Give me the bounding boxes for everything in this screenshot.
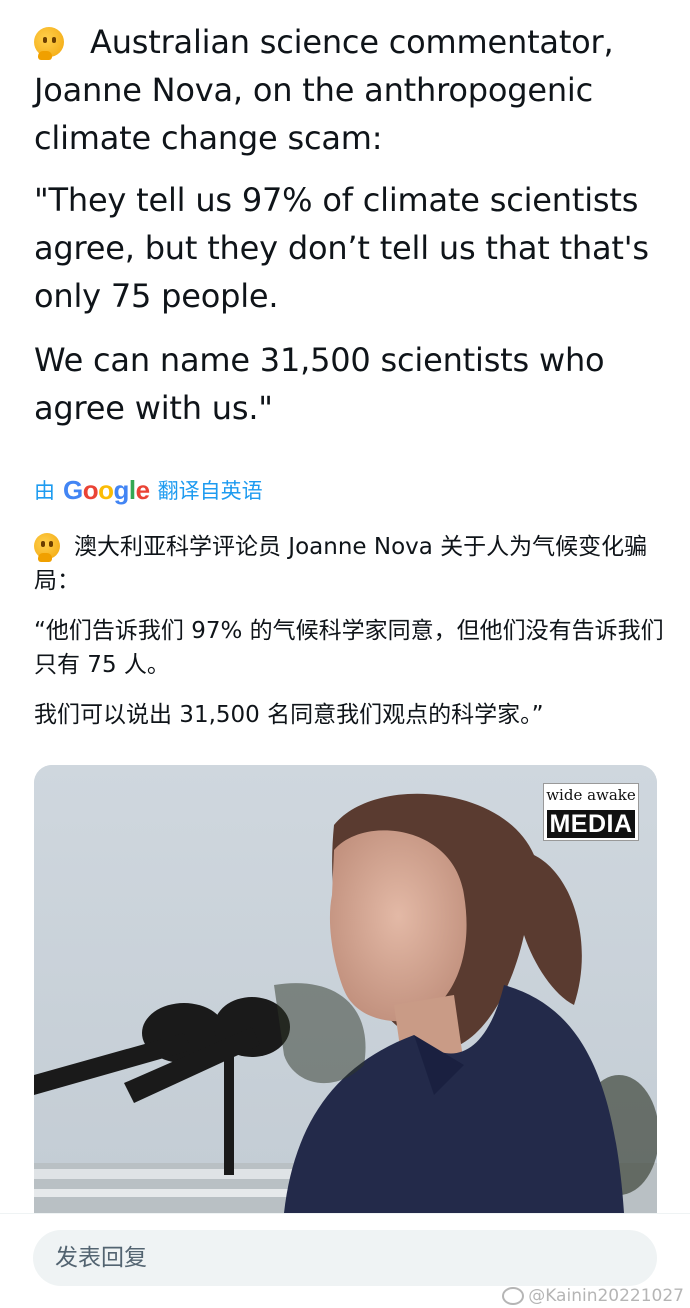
thinking-face-icon	[34, 27, 64, 60]
tweet-quote-part2: We can name 31,500 scientists who agree …	[34, 341, 605, 427]
video-thumbnail[interactable]: wide awake MEDIA	[34, 765, 657, 1213]
translation-intro-text: 澳大利亚科学评论员 Joanne Nova 关于人为气候变化骗局：	[34, 534, 648, 594]
translation-quote-part2: 我们可以说出 31,500 名同意我们观点的科学家。”	[34, 702, 544, 728]
reply-bar: @Kainin20221027	[0, 1213, 690, 1308]
reply-input[interactable]	[33, 1230, 657, 1286]
translation-intro: 澳大利亚科学评论员 Joanne Nova 关于人为气候变化骗局：	[34, 530, 664, 598]
watermark-top-text: wide awake	[546, 786, 636, 804]
watermark-bottom-text: MEDIA	[547, 810, 635, 838]
tweet-quote-part1: "They tell us 97% of climate scientists …	[34, 181, 649, 315]
google-logo: Google	[63, 474, 150, 505]
weibo-icon	[502, 1287, 525, 1305]
translated-by-suffix: 翻译自英语	[157, 479, 263, 503]
wide-awake-media-watermark: wide awake MEDIA	[543, 783, 639, 841]
tweet-intro-text: Australian science commentator, Joanne N…	[34, 23, 614, 157]
translated-by-prefix: 由	[34, 479, 55, 503]
source-watermark: @Kainin20221027	[502, 1286, 684, 1306]
translated-by-google-link[interactable]: 由 Google 翻译自英语	[34, 474, 263, 506]
thinking-face-icon	[34, 533, 60, 562]
tweet-intro: Australian science commentator, Joanne N…	[34, 18, 664, 162]
translation-quote-part1: “他们告诉我们 97% 的气候科学家同意，但他们没有告诉我们只有 75 人。	[34, 618, 664, 678]
source-watermark-text: @Kainin20221027	[528, 1286, 684, 1306]
